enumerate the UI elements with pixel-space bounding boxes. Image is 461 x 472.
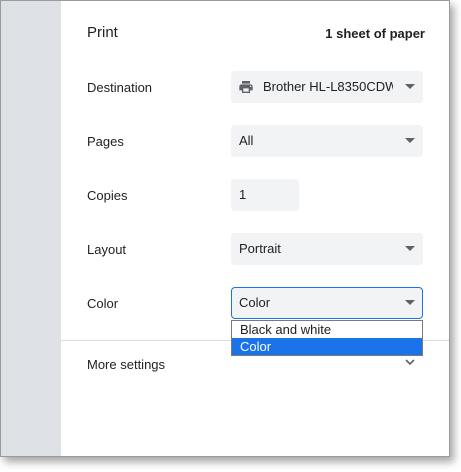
printer-icon: [239, 81, 253, 93]
chevron-down-icon: [405, 84, 415, 89]
copies-label: Copies: [87, 188, 128, 203]
color-value: Color: [239, 295, 271, 310]
chevron-down-icon: [405, 246, 415, 251]
print-header: Print 1 sheet of paper: [87, 24, 425, 44]
chevron-down-icon: [405, 138, 415, 143]
pages-value: All: [239, 133, 254, 148]
color-option-black-and-white[interactable]: Black and white: [232, 321, 422, 338]
sheet-count: 1 sheet of paper: [325, 26, 425, 41]
print-dialog-screenshot: Print 1 sheet of paper Destination Broth…: [0, 0, 450, 457]
destination-select[interactable]: Brother HL-L8350CDW series: [231, 71, 423, 103]
destination-label: Destination: [87, 80, 153, 95]
layout-select[interactable]: Portrait: [231, 233, 423, 265]
copies-input[interactable]: 1: [231, 179, 299, 211]
color-options-list: Black and white Color: [231, 320, 423, 356]
chevron-down-icon[interactable]: [405, 357, 415, 367]
copies-value: 1: [239, 187, 247, 202]
page-title: Print: [87, 24, 118, 41]
print-settings-panel: Print 1 sheet of paper Destination Broth…: [61, 1, 449, 456]
layout-label: Layout: [87, 242, 127, 257]
chevron-down-icon: [405, 300, 415, 305]
color-option-color[interactable]: Color: [232, 338, 422, 355]
destination-value: Brother HL-L8350CDW series: [263, 79, 393, 94]
more-settings-label[interactable]: More settings: [87, 357, 165, 372]
layout-value: Portrait: [239, 241, 281, 256]
color-label: Color: [87, 296, 119, 311]
preview-strip: [1, 1, 61, 456]
pages-label: Pages: [87, 134, 124, 149]
color-select[interactable]: Color: [231, 287, 423, 319]
pages-select[interactable]: All: [231, 125, 423, 157]
